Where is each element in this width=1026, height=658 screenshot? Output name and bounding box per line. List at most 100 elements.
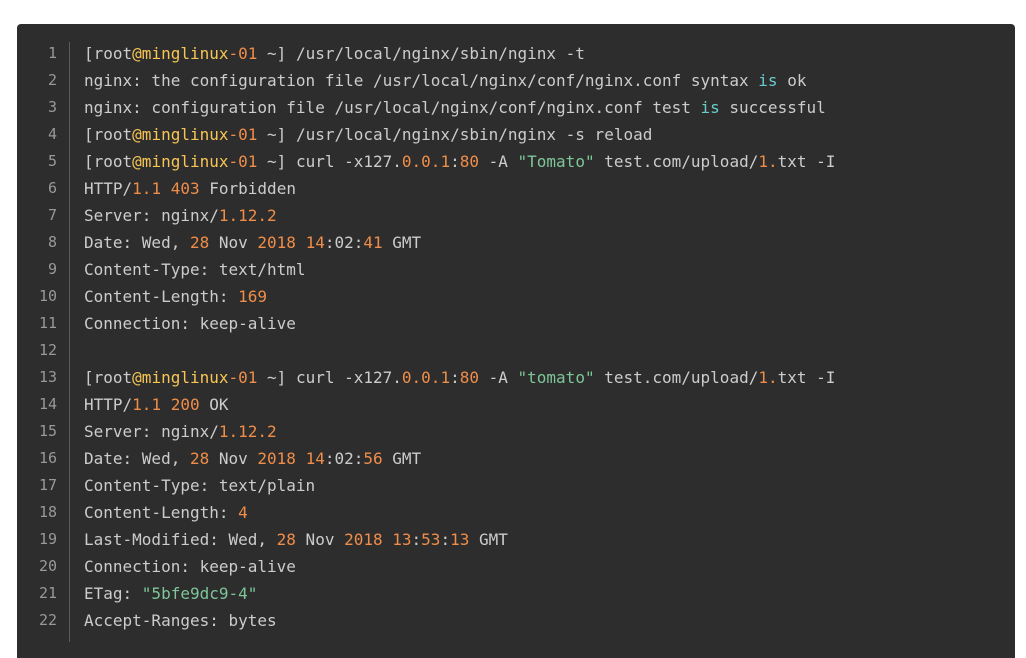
code-token: test.com/upload/: [594, 368, 759, 387]
code-line: 12: [17, 337, 1015, 364]
line-number: 1: [47, 44, 57, 62]
code-token: 1.: [758, 152, 778, 171]
line-number: 11: [38, 314, 57, 332]
line-text: Connection: keep-alive: [84, 553, 296, 580]
code-token: 13: [450, 530, 470, 549]
code-token: @minglinux: [132, 152, 229, 171]
code-token: 28: [189, 449, 210, 468]
code-line: 16 Date: Wed, 28 Nov 2018 14:02:56 GMT: [17, 445, 1015, 472]
code-token: Content-Length:: [84, 503, 239, 522]
code-token: txt -I: [777, 368, 836, 387]
line-number: 6: [47, 179, 57, 197]
code-token: 1.: [758, 368, 778, 387]
code-token: :: [450, 152, 460, 171]
line-number: 22: [38, 611, 57, 629]
code-token: @minglinux: [132, 125, 229, 144]
code-token: Connection: keep-alive: [84, 557, 296, 576]
code-token: nginx: the configuration file /usr/local…: [84, 71, 759, 90]
code-token: 4: [238, 503, 248, 522]
code-line: 8 Date: Wed, 28 Nov 2018 14:02:41 GMT: [17, 229, 1015, 256]
line-number: 7: [47, 206, 57, 224]
code-token: Nov: [209, 233, 258, 252]
code-token: ETag:: [84, 584, 142, 603]
code-token: 28: [276, 530, 296, 549]
code-token: 1.12.2: [218, 422, 277, 441]
code-token: 200: [170, 395, 200, 414]
code-line: 18 Content-Length: 4: [17, 499, 1015, 526]
line-text: nginx: the configuration file /usr/local…: [84, 67, 806, 94]
code-token: :02:: [324, 449, 364, 468]
code-line: 9 Content-Type: text/html: [17, 256, 1015, 283]
code-token: 403: [170, 179, 200, 198]
code-token: :02:: [324, 233, 364, 252]
code-token: "5bfe9dc9-4": [141, 584, 258, 603]
code-token: @minglinux: [132, 368, 229, 387]
line-text: [root@minglinux-01 ~] /usr/local/nginx/s…: [84, 121, 652, 148]
line-text: Connection: keep-alive: [84, 310, 296, 337]
code-token: -A: [478, 152, 518, 171]
code-token: 0.0.1: [401, 152, 451, 171]
line-text: nginx: configuration file /usr/local/ngi…: [84, 94, 826, 121]
code-line: 19 Last-Modified: Wed, 28 Nov 2018 13:53:…: [17, 526, 1015, 553]
line-text: HTTP/1.1 200 OK: [84, 391, 229, 418]
code-token: Server: nginx/: [84, 206, 219, 225]
code-token: HTTP/: [84, 179, 133, 198]
code-line: 10 Content-Length: 169: [17, 283, 1015, 310]
line-text: [root@minglinux-01 ~] curl -x127.0.0.1:8…: [84, 148, 835, 175]
code-token: :: [411, 530, 422, 549]
line-number: 8: [47, 233, 57, 251]
code-token: -A: [478, 368, 518, 387]
code-lines: 1 [root@minglinux-01 ~] /usr/local/nginx/…: [17, 40, 1015, 634]
line-text: Content-Length: 169: [84, 283, 267, 310]
code-token: -01: [228, 44, 258, 63]
code-token: is: [700, 98, 720, 117]
code-token: Date: Wed,: [84, 233, 190, 252]
code-token: ~] /usr/local/nginx/sbin/nginx -s reload: [257, 125, 653, 144]
code-token: test.com/upload/: [594, 152, 759, 171]
code-token: is: [758, 71, 778, 90]
line-text: Accept-Ranges: bytes: [84, 607, 277, 634]
code-token: GMT: [469, 530, 508, 549]
line-text: Content-Type: text/html: [84, 256, 306, 283]
code-token: 80: [459, 152, 479, 171]
code-token: GMT: [382, 449, 422, 468]
line-number: 20: [38, 557, 57, 575]
code-token: Server: nginx/: [84, 422, 219, 441]
code-token: ok: [777, 71, 807, 90]
line-number: 18: [38, 503, 57, 521]
code-token: 13: [392, 530, 412, 549]
code-token: 1.12.2: [218, 206, 277, 225]
code-token: 0.0.1: [401, 368, 451, 387]
code-token: Nov: [295, 530, 345, 549]
code-line: 20 Connection: keep-alive: [17, 553, 1015, 580]
code-token: Connection: keep-alive: [84, 314, 296, 333]
line-number: 3: [47, 98, 57, 116]
line-text: HTTP/1.1 403 Forbidden: [84, 175, 296, 202]
code-token: 14: [305, 449, 325, 468]
code-token: Content-Type: text/html: [84, 260, 306, 279]
code-token: Last-Modified: Wed,: [84, 530, 277, 549]
line-text: Last-Modified: Wed, 28 Nov 2018 13:53:13…: [84, 526, 508, 553]
code-token: 53: [421, 530, 441, 549]
code-line: 15 Server: nginx/1.12.2: [17, 418, 1015, 445]
line-number: 10: [38, 287, 57, 305]
line-number: 19: [38, 530, 57, 548]
code-token: 41: [363, 233, 383, 252]
line-text: [root@minglinux-01 ~] curl -x127.0.0.1:8…: [84, 364, 835, 391]
code-line: 17 Content-Type: text/plain: [17, 472, 1015, 499]
line-text: Content-Type: text/plain: [84, 472, 315, 499]
code-token: Content-Length:: [84, 287, 239, 306]
code-token: 1.1: [132, 395, 162, 414]
code-line: 5 [root@minglinux-01 ~] curl -x127.0.0.1:…: [17, 148, 1015, 175]
line-number: 5: [47, 152, 57, 170]
line-number: 15: [38, 422, 57, 440]
line-text: Content-Length: 4: [84, 499, 248, 526]
code-token: :: [450, 368, 460, 387]
code-token: OK: [199, 395, 229, 414]
code-token: @minglinux: [132, 44, 229, 63]
code-token: Date: Wed,: [84, 449, 190, 468]
code-token: Nov: [209, 449, 258, 468]
line-number: 9: [47, 260, 57, 278]
code-line: 4 [root@minglinux-01 ~] /usr/local/nginx/…: [17, 121, 1015, 148]
